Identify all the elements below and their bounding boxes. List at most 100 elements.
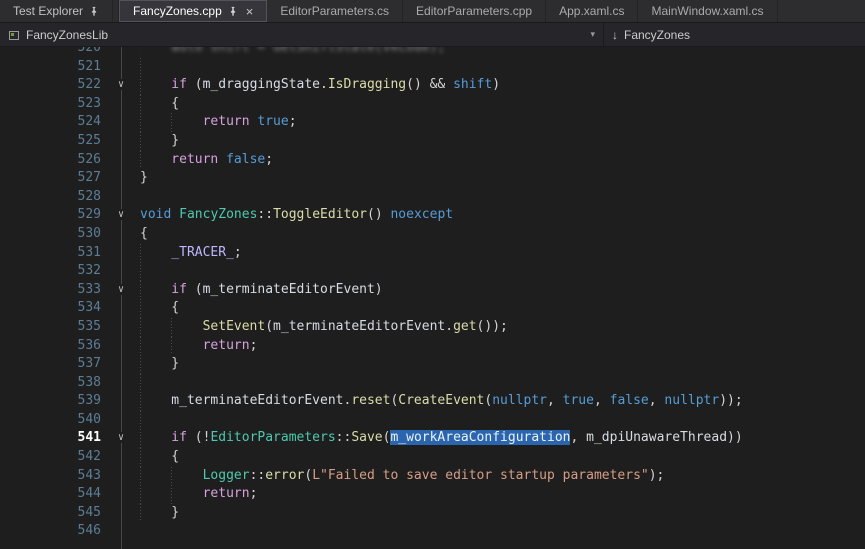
code-line[interactable]: 526 return false;: [0, 151, 865, 170]
tab-app-xaml-cs[interactable]: App.xaml.cs: [546, 0, 638, 22]
code-text[interactable]: return;: [140, 337, 257, 356]
code-text[interactable]: return true;: [140, 113, 297, 132]
code-line[interactable]: 542 {: [0, 448, 865, 467]
code-text[interactable]: return false;: [140, 151, 273, 170]
code-line[interactable]: 541 ∨ if (!EditorParameters::Save(m_workAr…: [0, 429, 865, 448]
code-line[interactable]: 535 SetEvent(m_terminateEditorEvent.get()…: [0, 318, 865, 337]
code-line[interactable]: 545}: [0, 504, 865, 523]
code-line[interactable]: 539 m_terminateEditorEvent.reset(CreateEv…: [0, 392, 865, 411]
code-line[interactable]: 528: [0, 188, 865, 207]
code-line[interactable]: 530 {: [0, 225, 865, 244]
code-line[interactable]: 537}: [0, 355, 865, 374]
code-line[interactable]: 523 {: [0, 95, 865, 114]
code-text[interactable]: auto shift = GetShiftState(vkCode);: [140, 47, 445, 58]
code-line[interactable]: 540: [0, 411, 865, 430]
code-text[interactable]: m_terminateEditorEvent.reset(CreateEvent…: [140, 392, 743, 411]
down-arrow-icon: ↓: [612, 28, 618, 42]
code-line[interactable]: 544 return;: [0, 485, 865, 504]
code-text[interactable]: {: [140, 448, 179, 467]
tab-fancyzones-cpp[interactable]: FancyZones.cpp ×: [119, 0, 267, 22]
code-line[interactable]: 538: [0, 374, 865, 393]
code-text[interactable]: {: [140, 225, 148, 244]
tab-editorparameters-cpp[interactable]: EditorParameters.cpp: [403, 0, 546, 22]
line-number[interactable]: 539: [0, 392, 110, 411]
scope-dropdown[interactable]: ↓ FancyZones: [604, 23, 698, 46]
code-text[interactable]: _TRACER_;: [140, 244, 242, 263]
tab-mainwindow-xaml-cs[interactable]: MainWindow.xaml.cs: [638, 0, 777, 22]
code-line[interactable]: 532: [0, 262, 865, 281]
code-line[interactable]: 534 {: [0, 299, 865, 318]
code-text[interactable]: }: [140, 504, 179, 523]
line-number[interactable]: 546: [0, 522, 110, 541]
code-line[interactable]: 524 return true;: [0, 113, 865, 132]
fold-chevron-icon[interactable]: ∨: [116, 284, 126, 295]
line-number[interactable]: 544: [0, 485, 110, 504]
line-number[interactable]: 521: [0, 58, 110, 77]
line-number[interactable]: 522: [0, 76, 110, 95]
code-text[interactable]: SetEvent(m_terminateEditorEvent.get());: [140, 318, 508, 337]
code-text[interactable]: {: [140, 95, 179, 114]
code-text[interactable]: [140, 411, 171, 430]
line-number[interactable]: 524: [0, 113, 110, 132]
line-number[interactable]: 543: [0, 467, 110, 486]
line-number[interactable]: 537: [0, 355, 110, 374]
code-text[interactable]: {: [140, 299, 179, 318]
code-line[interactable]: 520 auto shift = GetShiftState(vkCode);: [0, 47, 865, 58]
line-number[interactable]: 530: [0, 225, 110, 244]
fold-chevron-icon[interactable]: ∨: [116, 432, 126, 443]
code-text[interactable]: [140, 58, 171, 77]
line-number[interactable]: 536: [0, 337, 110, 356]
line-number[interactable]: 541: [0, 429, 110, 448]
line-number[interactable]: 533: [0, 281, 110, 300]
code-line[interactable]: 543 Logger::error(L"Failed to save editor…: [0, 467, 865, 486]
code-line[interactable]: 522 ∨ if (m_draggingState.IsDragging() && …: [0, 76, 865, 95]
line-number[interactable]: 525: [0, 132, 110, 151]
code-text[interactable]: [140, 374, 171, 393]
code-line[interactable]: 529 ∨ void FancyZones::ToggleEditor() noex…: [0, 206, 865, 225]
tab-test-explorer[interactable]: Test Explorer: [0, 0, 113, 22]
pin-icon[interactable]: [228, 6, 238, 17]
fold-chevron-icon[interactable]: ∨: [116, 209, 126, 220]
fold-margin[interactable]: ∨: [110, 281, 140, 300]
line-number[interactable]: 520: [0, 47, 110, 58]
code-text[interactable]: Logger::error(L"Failed to save editor st…: [140, 467, 664, 486]
fold-margin[interactable]: ∨: [110, 76, 140, 95]
code-line[interactable]: 536 return;: [0, 337, 865, 356]
line-number[interactable]: 538: [0, 374, 110, 393]
code-text[interactable]: if (m_terminateEditorEvent): [140, 281, 383, 300]
code-text[interactable]: }: [140, 132, 179, 151]
line-number[interactable]: 528: [0, 188, 110, 207]
line-number[interactable]: 527: [0, 169, 110, 188]
line-number[interactable]: 523: [0, 95, 110, 114]
code-token: if: [171, 77, 187, 92]
code-line[interactable]: 531 _TRACER_;: [0, 244, 865, 263]
close-icon[interactable]: ×: [244, 5, 254, 18]
line-number[interactable]: 545: [0, 504, 110, 523]
fold-margin[interactable]: ∨: [110, 206, 140, 225]
fold-margin[interactable]: ∨: [110, 429, 140, 448]
line-number[interactable]: 542: [0, 448, 110, 467]
code-text[interactable]: return;: [140, 485, 257, 504]
code-text[interactable]: }: [140, 169, 148, 188]
tab-editorparameters-cs[interactable]: EditorParameters.cs: [267, 0, 403, 22]
project-dropdown[interactable]: FancyZonesLib ▾: [0, 23, 604, 46]
code-line[interactable]: 527}: [0, 169, 865, 188]
code-line[interactable]: 546: [0, 522, 865, 541]
line-number[interactable]: 532: [0, 262, 110, 281]
code-text[interactable]: void FancyZones::ToggleEditor() noexcept: [140, 206, 453, 225]
code-line[interactable]: 521: [0, 58, 865, 77]
pin-icon[interactable]: [89, 6, 99, 17]
code-text[interactable]: if (!EditorParameters::Save(m_workAreaCo…: [140, 429, 743, 448]
line-number[interactable]: 531: [0, 244, 110, 263]
code-text[interactable]: }: [140, 355, 179, 374]
line-number[interactable]: 529: [0, 206, 110, 225]
code-text[interactable]: if (m_draggingState.IsDragging() && shif…: [140, 76, 500, 95]
code-text[interactable]: [140, 262, 171, 281]
line-number[interactable]: 535: [0, 318, 110, 337]
line-number[interactable]: 540: [0, 411, 110, 430]
line-number[interactable]: 534: [0, 299, 110, 318]
code-line[interactable]: 533 ∨ if (m_terminateEditorEvent): [0, 281, 865, 300]
line-number[interactable]: 526: [0, 151, 110, 170]
fold-chevron-icon[interactable]: ∨: [116, 79, 126, 90]
code-line[interactable]: 525}: [0, 132, 865, 151]
